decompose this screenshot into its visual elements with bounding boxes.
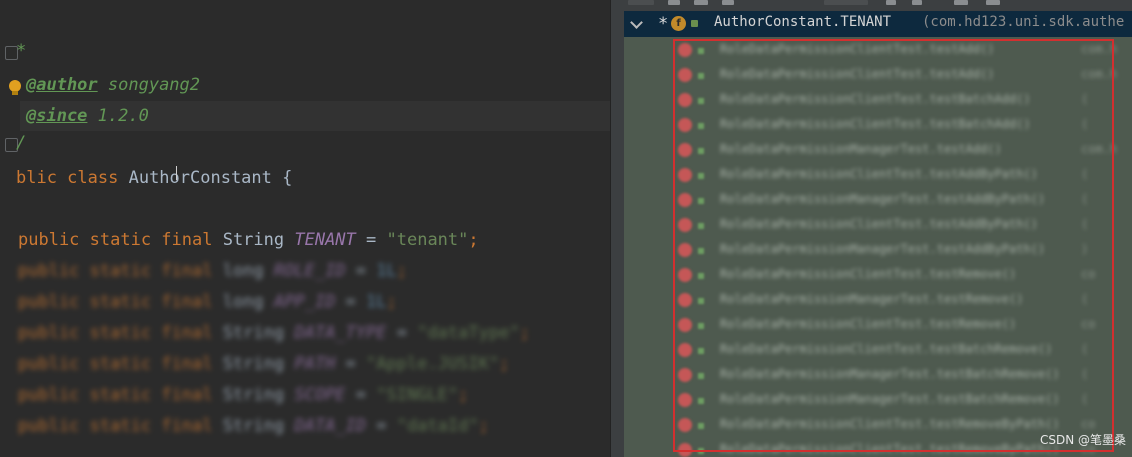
toolbar-icon[interactable]	[986, 0, 1000, 5]
field-semicolon: ;	[458, 385, 469, 405]
field-type: String	[222, 354, 295, 374]
field-modifiers: public static final	[18, 230, 223, 250]
blurred-field-line: public static final String SCOPE = "SING…	[18, 380, 468, 410]
field-equals: =	[345, 261, 377, 281]
toolbar-tab-icon[interactable]	[628, 0, 654, 5]
doc-since-line: @since 1.2.0	[26, 101, 149, 131]
field-name: DATA_ID	[294, 416, 367, 436]
field-type: String	[222, 230, 295, 250]
field-value: "tenant"	[386, 230, 469, 250]
code-editor[interactable]: * @author songyang2 @since 1.2.0 / blic …	[0, 0, 610, 457]
field-name: DATA_TYPE	[294, 323, 387, 343]
toolbar-icon[interactable]	[722, 0, 734, 5]
class-declaration-line: blic class AuthorConstant {	[16, 163, 292, 193]
field-equals: =	[345, 385, 377, 405]
since-tag: @since	[26, 106, 88, 126]
selected-node-title: AuthorConstant.TENANT	[714, 14, 892, 30]
field-semicolon: ;	[396, 261, 407, 281]
field-value: "SINGLE"	[376, 385, 459, 405]
doc-author-line: @author songyang2	[26, 70, 200, 100]
class-brace: {	[271, 168, 293, 188]
class-keywords: blic class	[16, 168, 129, 188]
field-icon: f	[671, 16, 686, 31]
field-name: PATH	[294, 354, 336, 374]
field-modifiers: public static final	[18, 385, 223, 405]
field-value: "Apple.JUSIK"	[366, 354, 500, 374]
toolbar-icon[interactable]	[954, 0, 968, 5]
pane-splitter[interactable]	[610, 0, 625, 457]
field-name[interactable]: TENANT	[294, 230, 355, 250]
field-modifiers: public static final	[18, 416, 223, 436]
field-semicolon: ;	[478, 416, 489, 436]
blurred-field-line: public static final String PATH = "Apple…	[18, 349, 509, 379]
field-semicolon: ;	[386, 292, 397, 312]
field-semicolon: ;	[519, 323, 530, 343]
field-modifiers: public static final	[18, 261, 223, 281]
field-type: String	[222, 385, 295, 405]
field-name: SCOPE	[294, 385, 346, 405]
field-value: 1L	[366, 292, 387, 312]
lock-icon	[691, 20, 698, 27]
toolbar-icon[interactable]	[668, 0, 680, 5]
doc-comment-end: /	[16, 133, 27, 153]
field-equals: =	[366, 416, 397, 436]
highlight-annotation-box	[673, 39, 1114, 452]
field-equals: =	[386, 323, 418, 343]
watermark-text: CSDN @笔墨桑	[1039, 433, 1126, 447]
class-name[interactable]: AuthorConstant	[129, 168, 272, 188]
blurred-field-line: public static final long ROLE_ID = 1L;	[18, 256, 407, 286]
field-type: String	[222, 416, 295, 436]
field-value: "dataType"	[417, 323, 520, 343]
selected-node-package: (com.hd123.uni.sdk.authe	[922, 14, 1125, 30]
field-equals: =	[335, 292, 367, 312]
field-modifiers: public static final	[18, 323, 223, 343]
field-value: "dataId"	[396, 416, 479, 436]
field-equals: =	[335, 354, 367, 374]
author-value: songyang2	[97, 75, 201, 95]
field-type: long	[222, 261, 274, 281]
doc-comment-line: *	[16, 41, 27, 61]
blurred-field-line: public static final long APP_ID = 1L;	[18, 287, 397, 317]
blurred-field-line: public static final String DATA_TYPE = "…	[18, 318, 530, 348]
field-type: long	[222, 292, 274, 312]
field-value: 1L	[376, 261, 397, 281]
tenant-field-line: public static final String TENANT = "ten…	[18, 225, 479, 255]
panel-toolbar	[624, 0, 1132, 11]
field-modifiers: public static final	[18, 354, 223, 374]
field-name: APP_ID	[273, 292, 336, 312]
toolbar-dropdown[interactable]	[824, 0, 868, 5]
toolbar-icon[interactable]	[694, 0, 708, 5]
field-semicolon: ;	[499, 354, 510, 374]
field-semicolon: ;	[468, 230, 479, 250]
field-modifiers: public static final	[18, 292, 223, 312]
field-name: ROLE_ID	[273, 261, 346, 281]
toolbar-icon[interactable]	[912, 0, 922, 5]
field-equals: =	[355, 230, 387, 250]
lightbulb-icon[interactable]	[9, 80, 21, 95]
field-type: String	[222, 323, 295, 343]
star-marker: *	[658, 14, 669, 34]
author-tag: @author	[26, 75, 98, 95]
toolbar-icon[interactable]	[886, 0, 896, 5]
blurred-field-line: public static final String DATA_ID = "da…	[18, 411, 489, 441]
text-cursor-icon	[176, 166, 177, 180]
since-value: 1.2.0	[87, 106, 149, 126]
